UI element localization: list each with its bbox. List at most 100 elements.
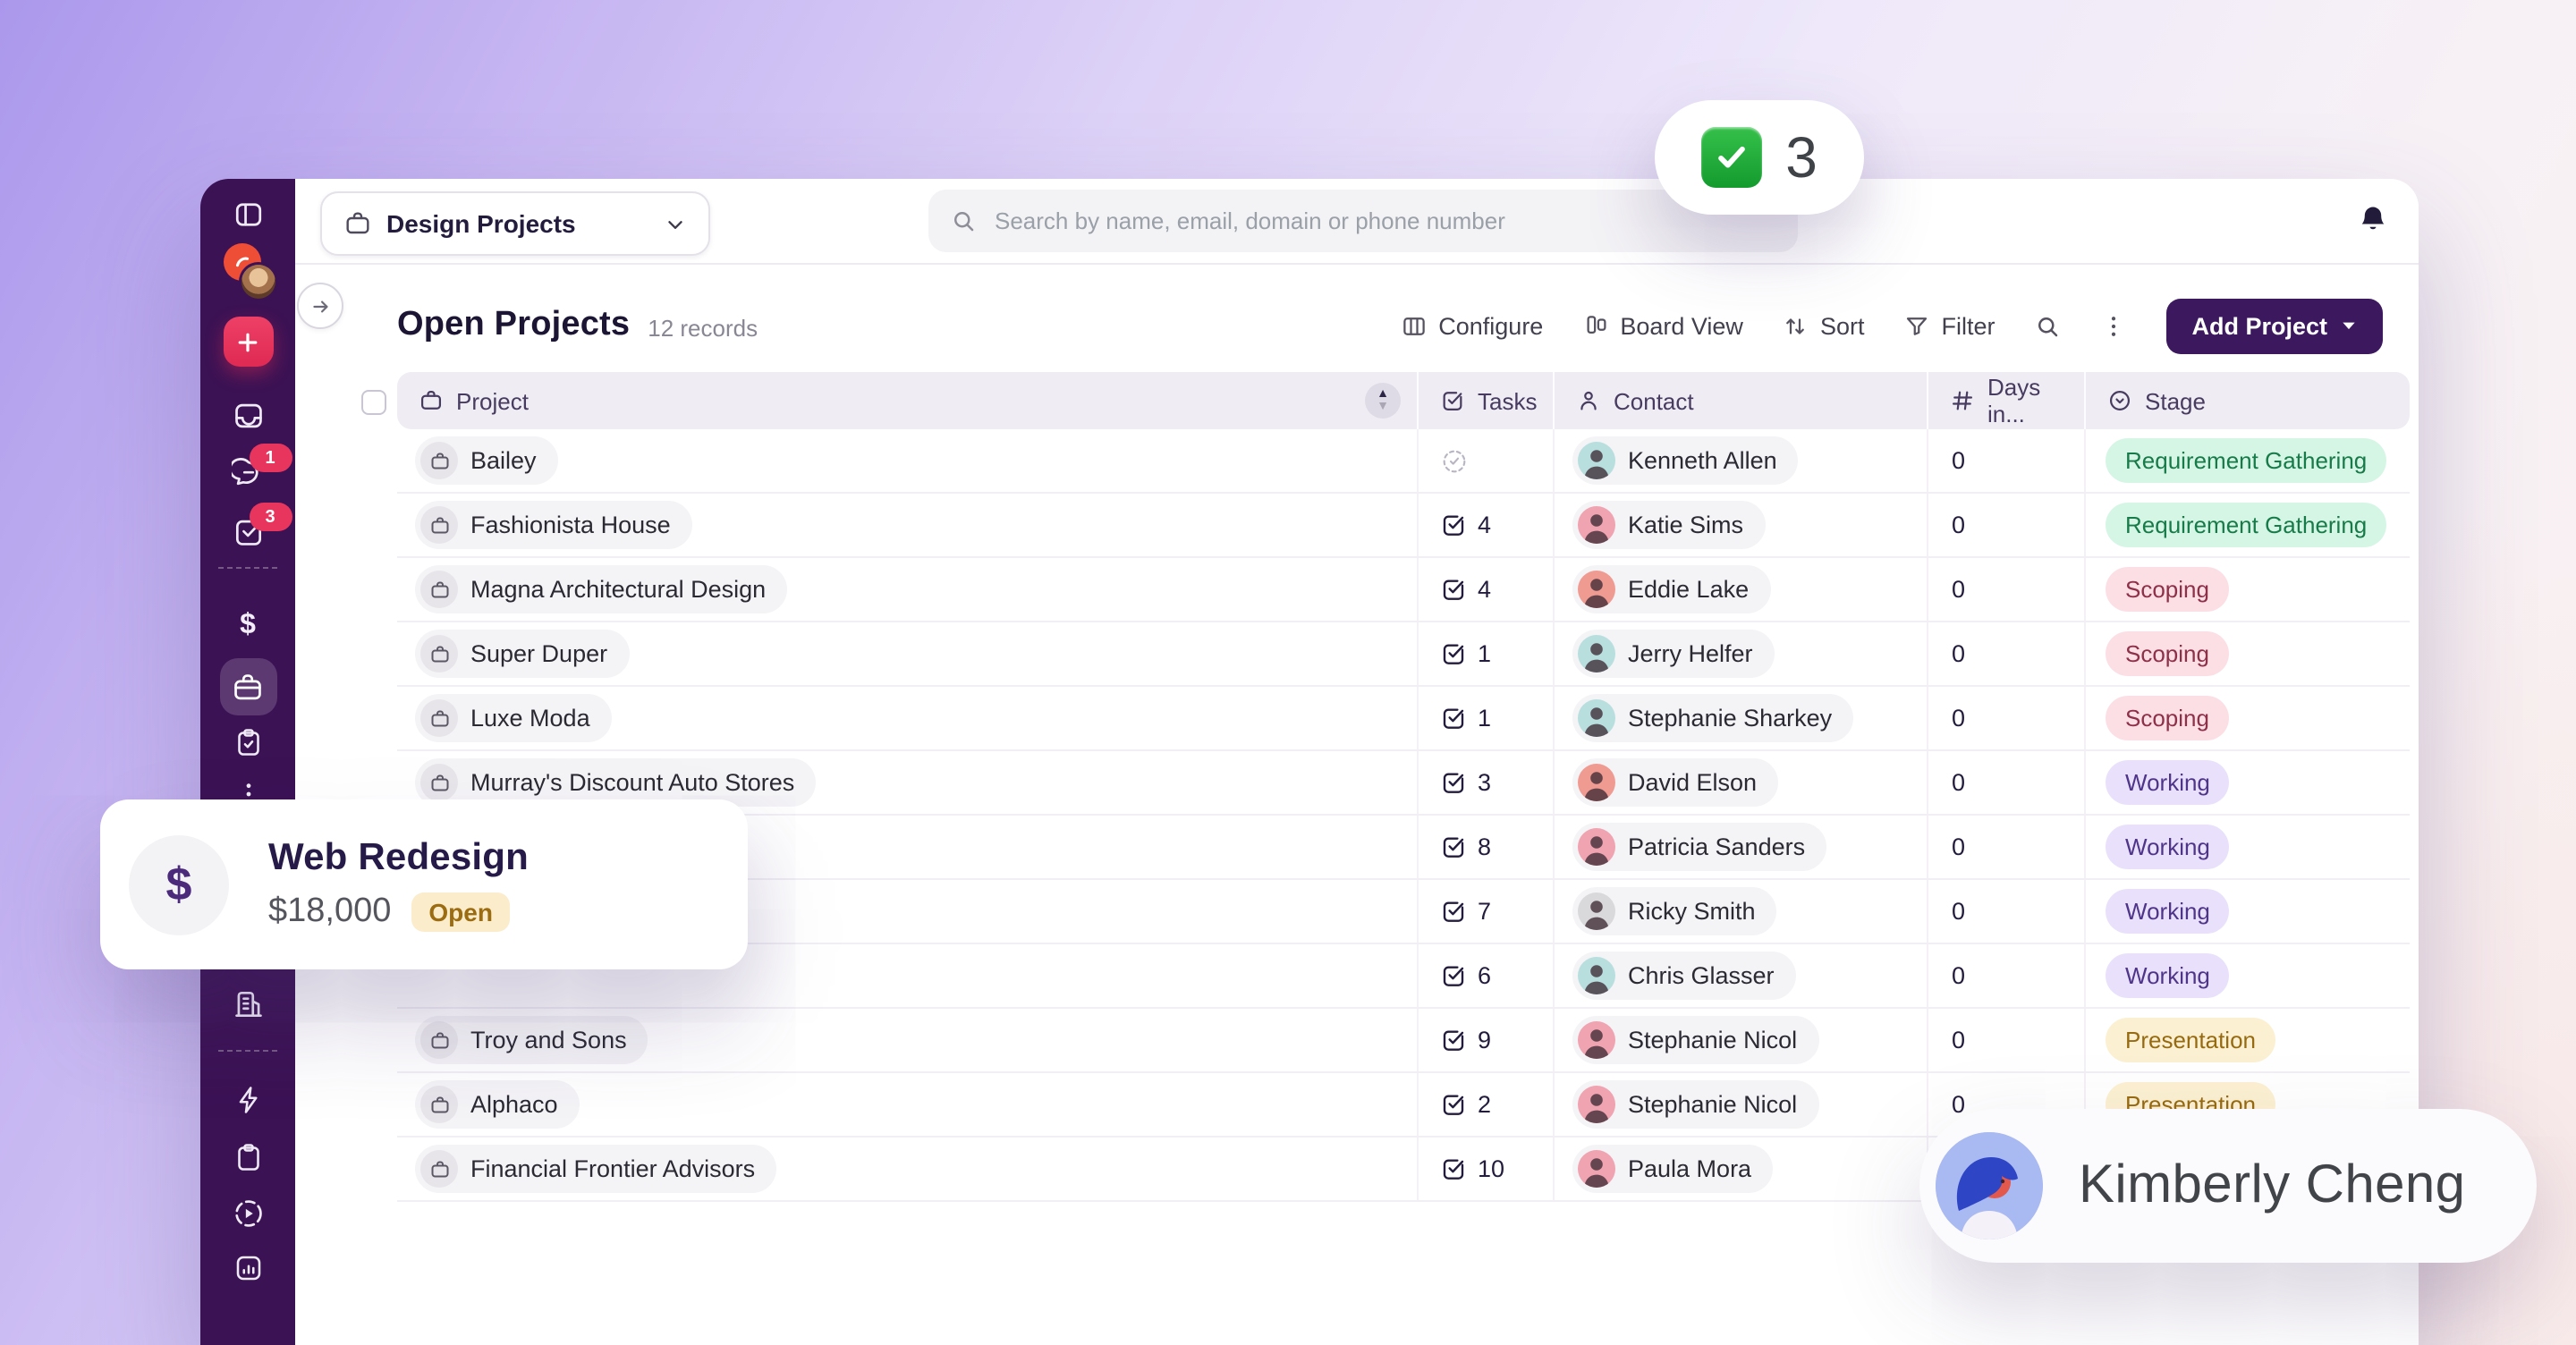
contact-chip[interactable]: David Elson	[1572, 758, 1778, 807]
workspace-logo[interactable]	[226, 250, 269, 293]
workspace-switcher[interactable]: Design Projects	[320, 191, 710, 256]
days-cell[interactable]: 0	[1928, 944, 2086, 1007]
days-cell[interactable]: 0	[1928, 429, 2086, 492]
stage-pill[interactable]: Requirement Gathering	[2106, 503, 2386, 547]
contact-chip[interactable]: Kenneth Allen	[1572, 436, 1799, 485]
table-row[interactable]: Magna Architectural Design 4 Eddie Lake …	[397, 558, 2410, 622]
days-cell[interactable]: 0	[1928, 622, 2086, 685]
table-row[interactable]: Bailey Kenneth Allen 0 Requirement Gathe…	[397, 429, 2410, 494]
tasks-icon[interactable]: 3	[231, 515, 265, 549]
table-row[interactable]: Fashionista House 4 Katie Sims 0 Require…	[397, 494, 2410, 558]
clipboard-check-icon[interactable]	[232, 726, 264, 758]
column-header-project[interactable]: Project ▲▼	[397, 372, 1419, 429]
contact-cell: Eddie Lake	[1555, 558, 1928, 621]
play-circle-icon[interactable]	[231, 1197, 265, 1231]
tasks-cell[interactable]: 6	[1419, 944, 1555, 1007]
project-chip[interactable]: Troy and Sons	[415, 1016, 648, 1064]
days-cell[interactable]: 0	[1928, 1009, 2086, 1071]
stage-pill[interactable]: Working	[2106, 760, 2230, 805]
table-row[interactable]: Super Duper 1 Jerry Helfer 0 Scoping	[397, 622, 2410, 687]
project-chip[interactable]: Alphaco	[415, 1080, 580, 1129]
project-cell: Super Duper	[397, 622, 1419, 685]
filter-button[interactable]: Filter	[1903, 312, 1995, 339]
project-chip[interactable]: Bailey	[415, 436, 558, 485]
stage-pill[interactable]: Presentation	[2106, 1018, 2275, 1062]
contact-chip[interactable]: Jerry Helfer	[1572, 630, 1775, 678]
board-view-button[interactable]: Board View	[1582, 312, 1743, 339]
reports-icon[interactable]	[232, 1252, 264, 1284]
days-cell[interactable]: 0	[1928, 816, 2086, 878]
contact-chip[interactable]: Eddie Lake	[1572, 565, 1770, 613]
sort-button[interactable]: Sort	[1783, 312, 1865, 339]
stage-pill[interactable]: Working	[2106, 953, 2230, 998]
days-cell[interactable]: 0	[1928, 558, 2086, 621]
notification-bell-icon[interactable]	[2356, 202, 2390, 245]
contact-cell: Stephanie Nicol	[1555, 1009, 1928, 1071]
contact-chip[interactable]: Stephanie Sharkey	[1572, 694, 1853, 742]
projects-item-selected[interactable]	[219, 658, 276, 715]
contact-chip[interactable]: Katie Sims	[1572, 501, 1765, 549]
tasks-cell[interactable]: 1	[1419, 687, 1555, 749]
lightning-icon[interactable]	[232, 1084, 264, 1116]
tasks-cell[interactable]: 8	[1419, 816, 1555, 878]
sort-indicator[interactable]: ▲▼	[1365, 383, 1401, 419]
contact-cell: Kenneth Allen	[1555, 429, 1928, 492]
stage-pill[interactable]: Working	[2106, 889, 2230, 934]
contact-chip[interactable]: Ricky Smith	[1572, 887, 1777, 935]
deals-icon[interactable]: $	[240, 610, 256, 642]
add-project-button[interactable]: Add Project	[2166, 298, 2383, 353]
column-header-contact[interactable]: Contact	[1555, 372, 1928, 429]
view-search-button[interactable]	[2034, 312, 2061, 339]
tasks-cell[interactable]: 10	[1419, 1138, 1555, 1200]
contact-avatar	[1578, 764, 1615, 801]
tasks-cell[interactable]: 7	[1419, 880, 1555, 943]
table-row[interactable]: Troy and Sons 9 Stephanie Nicol 0 Presen…	[397, 1009, 2410, 1073]
tasks-cell[interactable]: 4	[1419, 494, 1555, 556]
search-icon	[2034, 312, 2061, 339]
panel-toggle-icon[interactable]	[232, 199, 264, 231]
stage-pill[interactable]: Scoping	[2106, 631, 2229, 676]
column-header-days[interactable]: Days in...	[1928, 372, 2086, 429]
project-chip[interactable]: Luxe Moda	[415, 694, 612, 742]
plus-icon	[234, 328, 261, 355]
stage-pill[interactable]: Requirement Gathering	[2106, 438, 2386, 483]
add-button[interactable]	[223, 317, 273, 367]
project-chip[interactable]: Fashionista House	[415, 501, 692, 549]
days-cell[interactable]: 0	[1928, 880, 2086, 943]
contact-chip[interactable]: Stephanie Nicol	[1572, 1016, 1818, 1064]
tasks-cell[interactable]: 4	[1419, 558, 1555, 621]
clipboard-icon[interactable]	[232, 1141, 264, 1173]
project-chip[interactable]: Financial Frontier Advisors	[415, 1145, 776, 1193]
tasks-cell[interactable]	[1419, 429, 1555, 492]
tasks-cell[interactable]: 3	[1419, 751, 1555, 814]
global-search[interactable]	[928, 190, 1798, 252]
project-chip[interactable]: Super Duper	[415, 630, 629, 678]
company-icon[interactable]	[231, 987, 265, 1021]
contact-chip[interactable]: Paula Mora	[1572, 1145, 1773, 1193]
chat-icon[interactable]: 1	[231, 456, 265, 490]
contact-name: Stephanie Nicol	[1628, 1027, 1797, 1053]
column-label: Tasks	[1478, 387, 1537, 414]
contact-chip[interactable]: Patricia Sanders	[1572, 823, 1826, 871]
days-cell[interactable]: 0	[1928, 494, 2086, 556]
stage-pill[interactable]: Working	[2106, 825, 2230, 869]
stage-pill[interactable]: Scoping	[2106, 567, 2229, 612]
tasks-cell[interactable]: 2	[1419, 1073, 1555, 1136]
inbox-icon[interactable]	[231, 399, 265, 433]
configure-button[interactable]: Configure	[1401, 312, 1543, 339]
stage-pill[interactable]: Scoping	[2106, 696, 2229, 740]
more-options-button[interactable]	[2100, 312, 2127, 339]
tasks-cell[interactable]: 1	[1419, 622, 1555, 685]
contact-chip[interactable]: Chris Glasser	[1572, 952, 1796, 1000]
project-chip[interactable]: Magna Architectural Design	[415, 565, 787, 613]
days-cell[interactable]: 0	[1928, 687, 2086, 749]
contact-chip[interactable]: Stephanie Nicol	[1572, 1080, 1818, 1129]
tasks-cell[interactable]: 9	[1419, 1009, 1555, 1071]
column-header-tasks[interactable]: Tasks	[1419, 372, 1555, 429]
stage-cell: Working	[2086, 944, 2410, 1007]
days-cell[interactable]: 0	[1928, 751, 2086, 814]
column-header-stage[interactable]: Stage	[2086, 372, 2410, 429]
select-all-checkbox[interactable]	[361, 390, 386, 415]
table-row[interactable]: Luxe Moda 1 Stephanie Sharkey 0 Scoping	[397, 687, 2410, 751]
search-input[interactable]	[991, 206, 1776, 236]
